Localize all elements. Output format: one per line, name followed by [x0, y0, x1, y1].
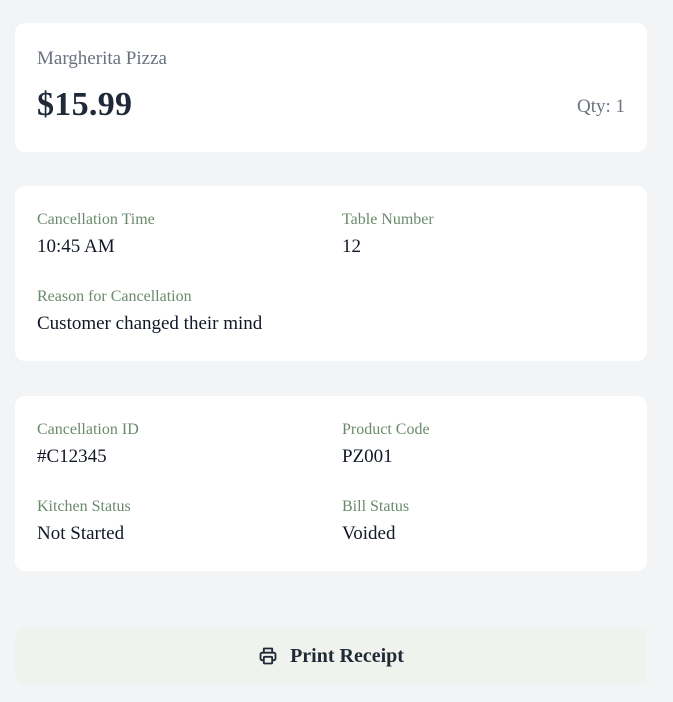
print-receipt-label: Print Receipt: [290, 644, 404, 667]
bill-status-label: Bill Status: [342, 498, 410, 515]
cancellation-id-value: #C12345: [37, 446, 107, 467]
cancellation-meta-card: Cancellation ID #C12345 Product Code PZ0…: [15, 396, 647, 571]
cancellation-reason-value: Customer changed their mind: [37, 313, 263, 334]
product-code-label: Product Code: [342, 421, 430, 438]
item-quantity: Qty: 1: [576, 96, 625, 117]
kitchen-status-field: Kitchen Status Not Started: [37, 497, 131, 546]
bill-status-value: Voided: [342, 523, 396, 544]
item-price: $15.99: [37, 86, 133, 123]
cancellation-time-field: Cancellation Time 10:45 AM: [37, 210, 155, 259]
cancellation-reason-label: Reason for Cancellation: [37, 288, 192, 305]
cancellation-time-label: Cancellation Time: [37, 211, 155, 228]
cancellation-details-card: Cancellation Time 10:45 AM Table Number …: [15, 186, 647, 361]
bill-status-field: Bill Status Voided: [342, 497, 409, 546]
cancellation-reason-field: Reason for Cancellation Customer changed…: [37, 287, 262, 336]
table-number-value: 12: [342, 236, 361, 257]
kitchen-status-label: Kitchen Status: [37, 498, 131, 515]
item-summary-card: Margherita Pizza $15.99 Qty: 1: [15, 23, 647, 152]
product-code-field: Product Code PZ001: [342, 420, 430, 469]
cancellation-id-field: Cancellation ID #C12345: [37, 420, 139, 469]
table-number-field: Table Number 12: [342, 210, 434, 259]
cancellation-time-value: 10:45 AM: [37, 236, 115, 257]
table-number-label: Table Number: [342, 211, 434, 228]
print-receipt-button[interactable]: Print Receipt: [15, 628, 647, 684]
item-name: Margherita Pizza: [37, 48, 167, 69]
kitchen-status-value: Not Started: [37, 523, 125, 544]
cancellation-id-label: Cancellation ID: [37, 421, 139, 438]
printer-icon: [258, 646, 278, 666]
product-code-value: PZ001: [342, 446, 393, 467]
